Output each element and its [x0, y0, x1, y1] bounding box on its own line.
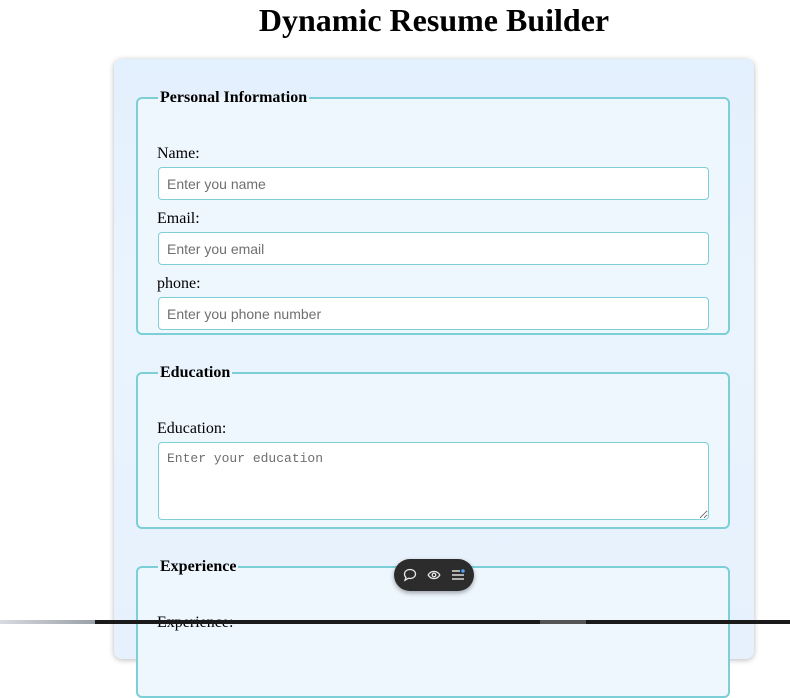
education-legend: Education	[160, 364, 231, 381]
comment-icon[interactable]	[403, 568, 418, 583]
education-section: Education Education:	[136, 364, 730, 529]
phone-input[interactable]	[158, 297, 709, 330]
email-input[interactable]	[158, 232, 709, 265]
education-textarea[interactable]	[158, 442, 709, 520]
education-label: Education:	[157, 420, 227, 437]
personal-information-legend: Personal Information	[160, 89, 308, 106]
phone-label: phone:	[157, 275, 201, 292]
taskbar	[0, 620, 790, 624]
taskbar-segment	[0, 620, 95, 624]
name-input[interactable]	[158, 167, 709, 200]
personal-information-section: Personal Information Name: Email: phone:	[136, 89, 730, 335]
experience-legend: Experience	[160, 558, 237, 575]
menu-icon[interactable]	[451, 568, 466, 583]
eye-icon[interactable]	[427, 568, 442, 583]
taskbar-segment	[540, 620, 586, 624]
page-title: Dynamic Resume Builder	[258, 2, 610, 38]
floating-toolbar	[394, 559, 474, 591]
email-label: Email:	[157, 210, 200, 227]
name-label: Name:	[157, 145, 200, 162]
